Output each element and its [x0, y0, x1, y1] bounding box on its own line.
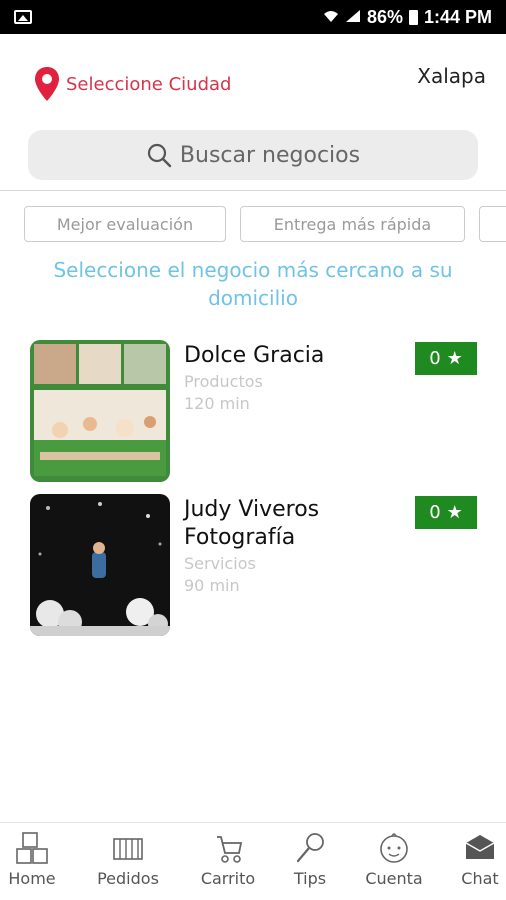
city-select-label: Seleccione Ciudad	[66, 73, 232, 95]
business-delivery-time: 90 min	[184, 576, 240, 595]
nav-pedidos[interactable]: Pedidos	[90, 831, 166, 888]
business-delivery-time: 120 min	[184, 394, 250, 413]
city-select[interactable]: Seleccione Ciudad	[34, 66, 231, 102]
select-business-prompt: Seleccione el negocio más cercano a su d…	[53, 258, 453, 310]
search-input[interactable]: Buscar negocios	[28, 130, 478, 180]
nav-home[interactable]: Home	[0, 831, 70, 888]
rating-value: 0	[429, 502, 441, 523]
nav-label: Pedidos	[97, 869, 159, 888]
chat-icon	[465, 835, 495, 859]
battery-icon	[408, 9, 418, 25]
business-name: Dolce Gracia	[184, 343, 325, 368]
nav-carrito[interactable]: Carrito	[190, 831, 266, 888]
business-card[interactable]: Dolce Gracia Productos 120 min 0 ★	[30, 340, 490, 482]
filter-more[interactable]	[479, 206, 506, 242]
star-icon: ★	[446, 502, 463, 523]
nav-label: Chat	[461, 869, 499, 888]
rating-badge: 0 ★	[415, 342, 477, 375]
business-card[interactable]: Judy Viveros Fotografía Servicios 90 min…	[30, 494, 490, 636]
battery-percent: 86%	[366, 6, 403, 27]
blocks-icon	[16, 832, 48, 864]
nav-label: Tips	[293, 869, 327, 888]
nav-label: Carrito	[200, 869, 256, 888]
baby-face-icon	[380, 833, 408, 863]
nav-chat[interactable]: Chat	[442, 831, 506, 888]
business-thumbnail	[30, 494, 170, 636]
rattle-icon	[296, 833, 324, 863]
business-name: Judy Viveros Fotografía	[184, 497, 320, 550]
rating-value: 0	[429, 348, 441, 369]
search-placeholder: Buscar negocios	[179, 142, 361, 168]
business-category: Productos	[184, 372, 263, 391]
image-icon	[14, 10, 32, 24]
status-bar: 86% 1:44 PM	[0, 0, 506, 34]
header: Seleccione Ciudad Xalapa	[0, 34, 506, 130]
current-city[interactable]: Xalapa	[417, 64, 486, 88]
nav-label: Home	[8, 869, 56, 888]
filter-fastest-delivery[interactable]: Entrega más rápida	[240, 206, 465, 242]
star-icon: ★	[446, 348, 463, 369]
filter-chips: Mejor evaluación Entrega más rápida	[24, 206, 506, 242]
bottom-nav: Home Pedidos Carrito Tips Cuenta Chat	[0, 822, 506, 900]
business-category: Servicios	[184, 554, 256, 573]
stroller-icon	[217, 836, 243, 863]
clock: 1:44 PM	[423, 6, 492, 27]
nav-tips[interactable]: Tips	[272, 831, 348, 888]
status-right: 86% 1:44 PM	[323, 7, 492, 28]
nav-label: Cuenta	[365, 869, 423, 888]
business-thumbnail	[30, 340, 170, 482]
search-icon	[147, 143, 172, 168]
divider	[0, 190, 506, 191]
location-pin-icon	[35, 67, 59, 101]
signal-icon	[345, 9, 361, 26]
wifi-icon	[323, 9, 339, 26]
nav-cuenta[interactable]: Cuenta	[356, 831, 432, 888]
filter-best-rating[interactable]: Mejor evaluación	[24, 206, 226, 242]
rating-badge: 0 ★	[415, 496, 477, 529]
crib-icon	[113, 838, 143, 860]
